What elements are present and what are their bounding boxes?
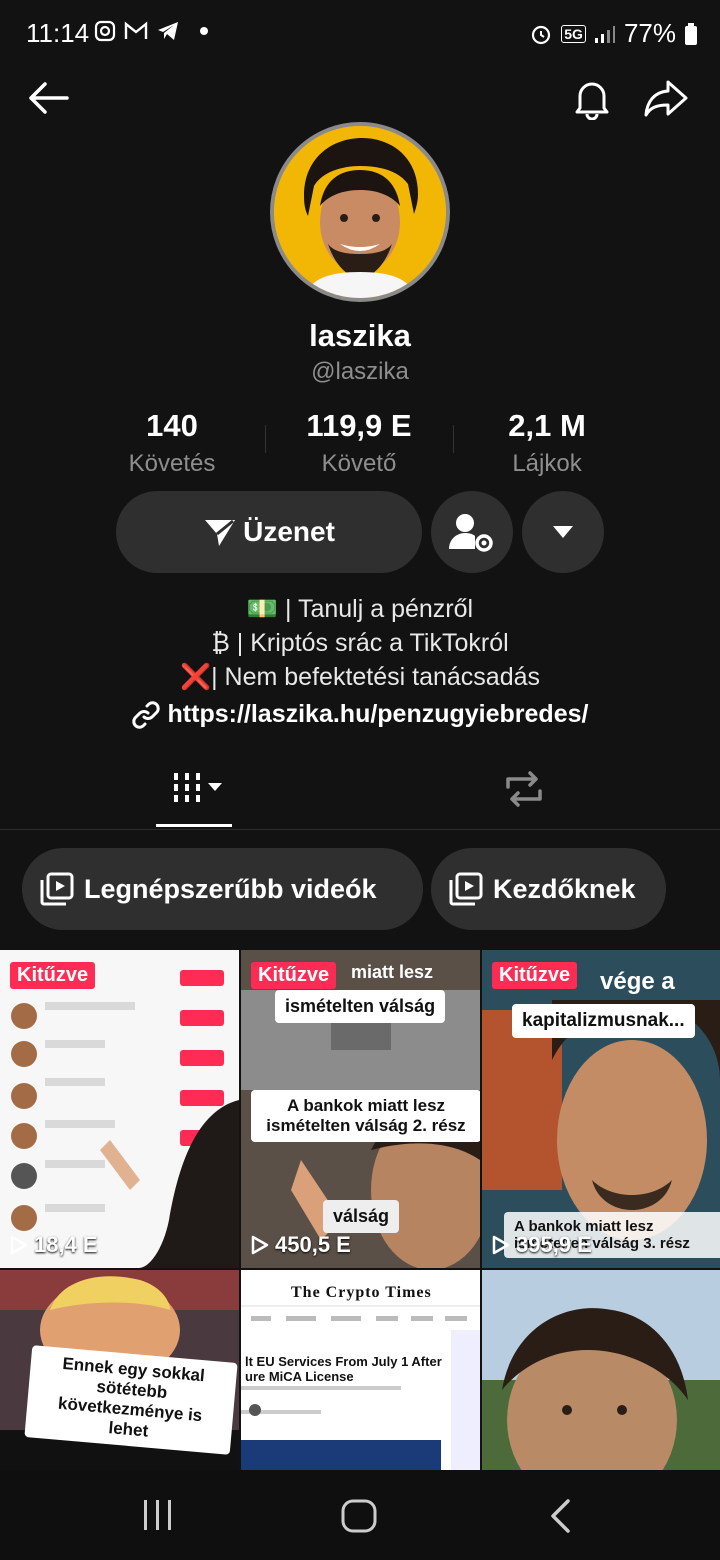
battery-percent: 77%: [623, 18, 676, 48]
chevron-down-icon: [553, 526, 573, 538]
view-count: 395,9 E: [492, 1232, 592, 1258]
playlist-icon: [449, 872, 483, 906]
home-button[interactable]: [340, 1498, 378, 1539]
recent-apps-button[interactable]: [140, 1498, 176, 1537]
play-icon: [251, 1235, 269, 1255]
user-settings-icon: [449, 514, 493, 552]
send-icon: [205, 519, 236, 546]
link-text: https://laszika.hu/penzugyiebredes/: [167, 700, 589, 728]
view-count: 450,5 E: [251, 1232, 351, 1258]
display-name: laszika: [309, 318, 411, 353]
stat-value: 119,9 E: [306, 408, 412, 443]
video-tile[interactable]: Kitűzve miatt lesz ismételten válság A b…: [241, 950, 480, 1268]
video-caption: A bankok miatt lesz ismételten válság 2.…: [251, 1090, 480, 1142]
more-options-button[interactable]: [522, 491, 604, 573]
alarm-icon: [532, 25, 551, 44]
chip-label: Kezdőknek: [493, 873, 636, 904]
stat-label: Követés: [128, 450, 216, 477]
video-tile[interactable]: Kitűzve vége a kapitalizmusnak... A bank…: [482, 950, 720, 1268]
more-notifications-dot: [200, 27, 208, 35]
bio-line: 💵 | Tanulj a pénzről: [246, 595, 474, 623]
stat-value: 2,1 M: [508, 408, 586, 443]
battery-icon: [685, 22, 697, 45]
video-caption: válság: [323, 1200, 400, 1233]
notification-bell-button[interactable]: [564, 70, 620, 126]
notification-icons: [94, 20, 208, 42]
caret-down-icon: [208, 783, 222, 791]
bio-link[interactable]: https://laszika.hu/penzugyiebredes/: [0, 700, 720, 729]
video-caption: Ennek egy sokkal sötétebb következménye …: [24, 1345, 238, 1455]
share-arrow-icon: [644, 80, 688, 117]
view-count: 18,4 E: [10, 1232, 98, 1258]
stat-following[interactable]: 140 Követés: [72, 408, 272, 478]
tab-reposts[interactable]: [502, 769, 546, 814]
video-caption: ismételten válság: [275, 990, 446, 1023]
video-caption: miatt lesz: [351, 962, 434, 982]
back-chevron-icon: [551, 1499, 570, 1533]
gmail-icon: [124, 21, 148, 39]
telegram-icon: [158, 22, 178, 40]
content-tabs: [0, 755, 720, 830]
video-caption: vége a: [600, 968, 675, 995]
video-caption: kapitalizmusnak...: [512, 1004, 695, 1038]
playlist-chip-beginners[interactable]: Kezdőknek: [431, 848, 666, 930]
playlist-chip-popular[interactable]: Legnépszerűbb videók: [22, 848, 423, 930]
pinned-badge: Kitűzve: [251, 962, 337, 989]
avatar[interactable]: [270, 122, 450, 302]
play-icon: [10, 1235, 28, 1255]
stat-likes[interactable]: 2,1 M Lájkok: [447, 408, 647, 478]
pinned-badge: Kitűzve: [492, 962, 578, 989]
home-icon: [341, 1499, 377, 1533]
video-thumbnail: [482, 1270, 720, 1470]
grid-icon: [174, 773, 200, 802]
link-icon: [131, 700, 160, 729]
stat-followers[interactable]: 119,9 E Követő: [259, 408, 459, 478]
video-tile[interactable]: Ennek egy sokkal sötétebb következménye …: [0, 1270, 239, 1470]
view-count-text: 395,9 E: [516, 1232, 592, 1257]
chip-label: Legnépszerűbb videók: [84, 873, 377, 904]
message-button-label: Üzenet: [243, 516, 335, 547]
bell-icon: [575, 82, 609, 120]
stat-value: 140: [146, 408, 198, 443]
video-tile[interactable]: Kitűzve 18,4 E: [0, 950, 239, 1268]
share-button[interactable]: [638, 70, 694, 126]
video-tile[interactable]: The Crypto Times lt EU Services From Jul…: [241, 1270, 480, 1470]
tab-videos[interactable]: [170, 769, 222, 805]
back-arrow-icon: [29, 82, 69, 114]
status-time: 11:14: [26, 18, 90, 48]
video-tile[interactable]: [482, 1270, 720, 1470]
signal-icon: [594, 25, 615, 43]
bio-line: ₿ | Kriptós srác a TikTokról: [211, 629, 509, 657]
stat-label: Követő: [321, 450, 397, 477]
video-caption: The Crypto Times: [291, 1284, 432, 1301]
system-navigation-bar: [0, 1470, 720, 1560]
back-nav-button[interactable]: [548, 1498, 572, 1539]
view-count-text: 450,5 E: [275, 1232, 351, 1257]
tab-active-indicator: [156, 824, 232, 827]
bio-line: ❌| Nem befektetési tanácsadás: [179, 663, 541, 691]
video-caption: lt EU Services From July 1 After ure MiC…: [245, 1354, 442, 1384]
stat-label: Lájkok: [512, 450, 582, 477]
username: @laszika: [311, 358, 409, 385]
follow-settings-button[interactable]: [431, 491, 513, 573]
instagram-icon: [94, 20, 116, 42]
avatar-portrait: [274, 126, 446, 298]
network-type: 5G: [561, 24, 586, 43]
back-button[interactable]: [20, 70, 76, 126]
repost-icon: [506, 771, 542, 807]
view-count-text: 18,4 E: [34, 1232, 98, 1257]
status-bar: 11:14 5G 77%: [0, 0, 720, 70]
video-thumbnail: [0, 950, 239, 1268]
status-right: 5G 77%: [529, 18, 698, 49]
recent-apps-icon: [144, 1500, 171, 1530]
play-icon: [492, 1235, 510, 1255]
pinned-badge: Kitűzve: [10, 962, 96, 989]
playlist-icon: [40, 872, 74, 906]
message-button[interactable]: Üzenet: [116, 491, 422, 573]
